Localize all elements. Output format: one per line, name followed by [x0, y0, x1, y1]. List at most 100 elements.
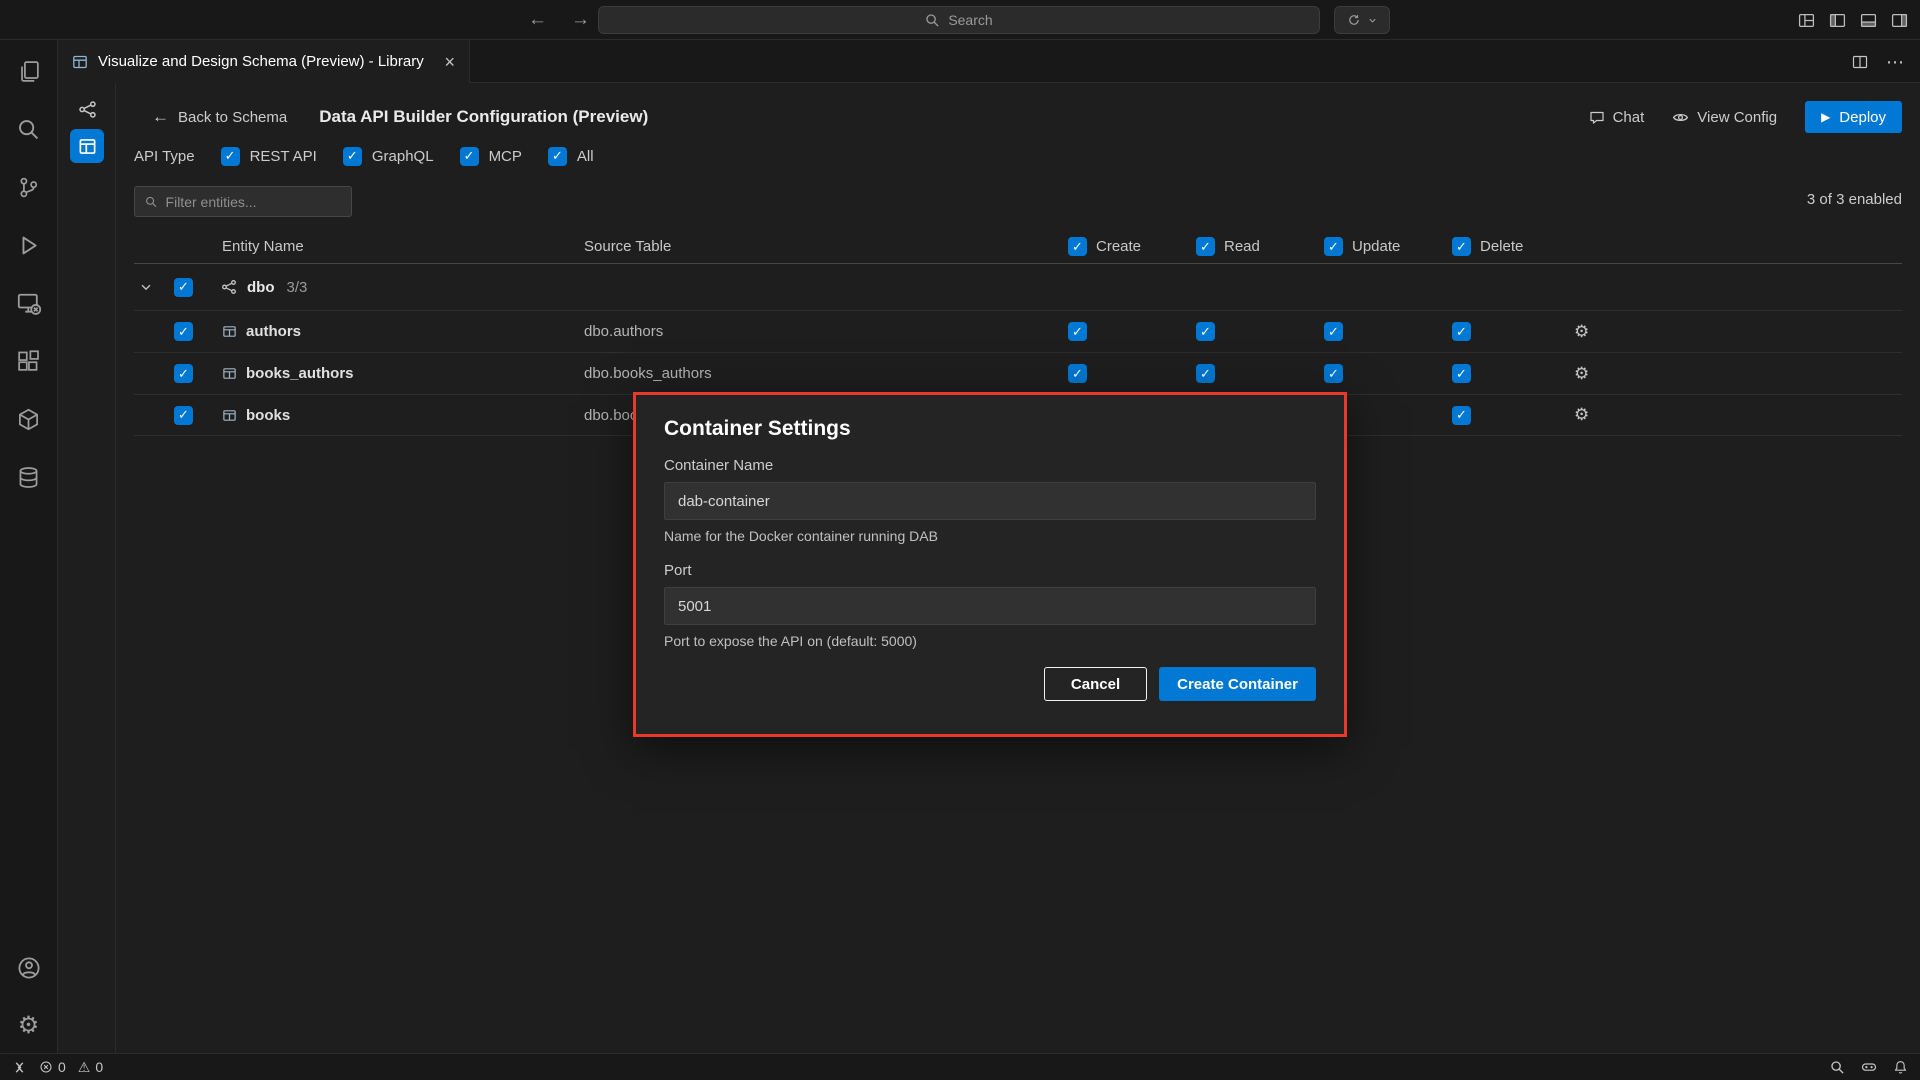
remote-explorer-error-icon[interactable] — [12, 286, 46, 320]
mcp-checkbox[interactable] — [460, 147, 479, 166]
close-icon[interactable]: × — [444, 53, 455, 71]
create-checkbox[interactable] — [1068, 364, 1087, 383]
schema-group-checkbox[interactable] — [174, 278, 193, 297]
filter-graphql: GraphQL — [343, 147, 434, 166]
all-checkbox[interactable] — [548, 147, 567, 166]
extensions-icon[interactable] — [12, 344, 46, 378]
designer-toolbar — [58, 83, 116, 1053]
customize-layout-icon[interactable] — [1798, 12, 1815, 29]
entity-name-header: Entity Name — [216, 238, 578, 255]
create-checkbox[interactable] — [1068, 322, 1087, 341]
forward-arrow-icon[interactable]: → — [571, 9, 590, 31]
table-icon — [222, 366, 237, 381]
database-icon[interactable] — [12, 460, 46, 494]
rest-api-checkbox[interactable] — [221, 147, 240, 166]
container-name-input[interactable] — [664, 482, 1316, 520]
filter-all: All — [548, 147, 594, 166]
schema-group-name: dbo — [247, 279, 275, 296]
bell-icon[interactable] — [1893, 1060, 1908, 1075]
copilot-icon[interactable] — [1861, 1059, 1877, 1075]
entity-filter-input[interactable] — [166, 194, 341, 210]
read-header-label: Read — [1224, 238, 1260, 255]
mcp-label: MCP — [489, 148, 522, 165]
read-select-all-checkbox[interactable] — [1196, 237, 1215, 256]
warnings-status[interactable]: ⚠ 0 — [78, 1059, 103, 1075]
toggle-secondary-sidebar-icon[interactable] — [1891, 12, 1908, 29]
port-help: Port to expose the API on (default: 5000… — [664, 633, 1316, 649]
back-to-schema-link[interactable]: ← Back to Schema — [152, 107, 287, 127]
deploy-button[interactable]: ▶ Deploy — [1805, 101, 1902, 133]
read-checkbox[interactable] — [1196, 322, 1215, 341]
api-type-label: API Type — [134, 148, 195, 165]
command-center-search[interactable]: Search — [598, 6, 1320, 34]
search-sidebar-icon[interactable] — [12, 112, 46, 146]
cancel-button[interactable]: Cancel — [1044, 667, 1147, 701]
account-icon[interactable] — [12, 951, 46, 985]
update-checkbox[interactable] — [1324, 322, 1343, 341]
chat-bubble-icon — [1589, 109, 1605, 125]
delete-checkbox[interactable] — [1452, 406, 1471, 425]
entity-name: books_authors — [246, 365, 354, 382]
back-arrow-icon[interactable]: ← — [528, 9, 547, 31]
schema-icon — [221, 279, 237, 295]
zoom-icon[interactable] — [1830, 1060, 1845, 1075]
split-editor-icon[interactable] — [1852, 54, 1868, 70]
delete-checkbox[interactable] — [1452, 364, 1471, 383]
toggle-primary-sidebar-icon[interactable] — [1829, 12, 1846, 29]
chat-button[interactable]: Chat — [1589, 109, 1645, 126]
update-checkbox[interactable] — [1324, 364, 1343, 383]
port-input[interactable] — [664, 587, 1316, 625]
page-title: Data API Builder Configuration (Preview) — [319, 107, 648, 127]
explorer-icon[interactable] — [12, 54, 46, 88]
graphql-label: GraphQL — [372, 148, 434, 165]
table-row-books-authors: books_authors dbo.books_authors ⚙ — [134, 352, 1902, 394]
eye-icon — [1672, 109, 1689, 126]
view-config-label: View Config — [1697, 109, 1777, 126]
entity-name: authors — [246, 323, 301, 340]
containers-cube-icon[interactable] — [12, 402, 46, 436]
error-icon — [39, 1060, 53, 1074]
source-control-icon[interactable] — [12, 170, 46, 204]
row-settings-gear-icon[interactable]: ⚙ — [1574, 405, 1589, 424]
table-header-row: Entity Name Source Table Create Read Upd… — [134, 230, 1902, 264]
view-config-button[interactable]: View Config — [1672, 109, 1777, 126]
remote-indicator-icon[interactable] — [12, 1060, 27, 1075]
status-bar: 0 ⚠ 0 — [0, 1053, 1920, 1080]
settings-gear-icon[interactable]: ⚙ — [12, 1009, 46, 1043]
row-enabled-checkbox[interactable] — [174, 364, 193, 383]
create-select-all-checkbox[interactable] — [1068, 237, 1087, 256]
schema-visualizer-icon[interactable] — [70, 92, 104, 126]
search-icon — [145, 195, 158, 209]
source-table-header: Source Table — [578, 238, 1062, 255]
tab-bar: Visualize and Design Schema (Preview) - … — [58, 40, 1920, 83]
port-label: Port — [664, 562, 1316, 579]
row-enabled-checkbox[interactable] — [174, 406, 193, 425]
sync-icon — [1347, 13, 1361, 27]
read-checkbox[interactable] — [1196, 364, 1215, 383]
more-actions-icon[interactable]: ⋯ — [1886, 53, 1904, 71]
create-container-button[interactable]: Create Container — [1159, 667, 1316, 701]
update-select-all-checkbox[interactable] — [1324, 237, 1343, 256]
session-dropdown[interactable] — [1334, 6, 1390, 34]
chevron-down-icon — [1367, 15, 1378, 26]
errors-status[interactable]: 0 — [39, 1059, 66, 1075]
tab-visualize-design-schema[interactable]: Visualize and Design Schema (Preview) - … — [58, 40, 470, 83]
run-debug-icon[interactable] — [12, 228, 46, 262]
delete-select-all-checkbox[interactable] — [1452, 237, 1471, 256]
dab-configuration-icon[interactable] — [70, 129, 104, 163]
row-enabled-checkbox[interactable] — [174, 322, 193, 341]
row-settings-gear-icon[interactable]: ⚙ — [1574, 322, 1589, 341]
table-icon — [222, 408, 237, 423]
collapse-chevron-icon[interactable] — [134, 280, 168, 294]
warnings-count: 0 — [95, 1059, 103, 1075]
history-nav: ← → — [528, 0, 590, 40]
container-name-help: Name for the Docker container running DA… — [664, 528, 1316, 544]
row-settings-gear-icon[interactable]: ⚙ — [1574, 364, 1589, 383]
warning-icon: ⚠ — [78, 1060, 91, 1074]
schema-designer-tab-icon — [72, 54, 88, 70]
toggle-panel-icon[interactable] — [1860, 12, 1877, 29]
delete-checkbox[interactable] — [1452, 322, 1471, 341]
schema-group-row: dbo 3/3 — [134, 264, 1902, 310]
back-label: Back to Schema — [178, 109, 287, 126]
graphql-checkbox[interactable] — [343, 147, 362, 166]
